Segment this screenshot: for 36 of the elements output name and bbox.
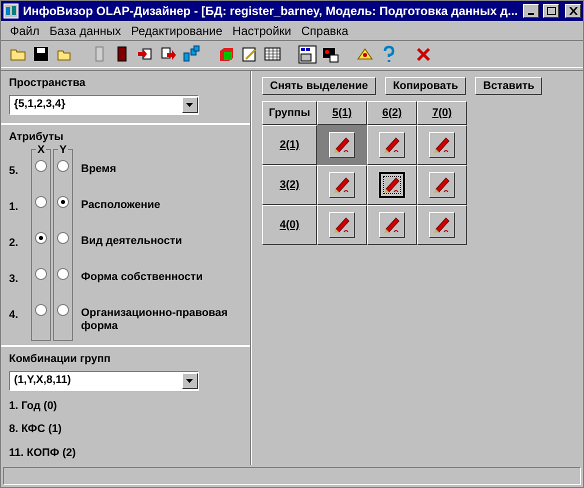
axis-header: X xyxy=(36,145,46,156)
window-title: ИнфоВизор OLAP-Дизайнер - [БД: register_barney, Модель: Подготовка данных д... xyxy=(23,3,519,20)
attribute-name: Вид деятельности xyxy=(81,234,184,249)
combinations-dropdown[interactable]: (1,Y,X,8,11) xyxy=(9,370,199,390)
attribute-name: Форма собственности xyxy=(81,270,204,285)
menu-item[interactable]: База данных xyxy=(44,22,126,40)
menu-item[interactable]: Редактирование xyxy=(126,22,228,40)
row-header[interactable]: 4(0) xyxy=(262,205,317,245)
column-header[interactable]: 7(0) xyxy=(417,101,467,125)
attribute-number: 5. xyxy=(9,164,20,179)
attribute-name: Организационно-правовая форма xyxy=(81,306,229,334)
menu-item[interactable]: Настройки xyxy=(227,22,296,40)
attribute-name: Время xyxy=(81,162,118,177)
column-header[interactable]: 5(1) xyxy=(317,101,367,125)
attribute-name: Расположение xyxy=(81,198,162,213)
column-header[interactable]: 6(2) xyxy=(367,101,417,125)
section-label: Атрибуты xyxy=(9,130,64,144)
group-item: 11. КОПФ (2) xyxy=(9,446,77,460)
attribute-number: 2. xyxy=(9,236,20,251)
menu-item[interactable]: Файл xyxy=(5,22,45,40)
attribute-number: 3. xyxy=(9,272,20,287)
menu-item[interactable]: Справка xyxy=(296,22,354,40)
toolbar-button[interactable]: Копировать xyxy=(384,77,466,95)
attribute-number: 1. xyxy=(9,200,20,215)
spaces-dropdown[interactable]: {5,1,2,3,4} xyxy=(9,94,199,114)
toolbar-button[interactable]: Вставить xyxy=(475,77,542,95)
attribute-number: 4. xyxy=(9,308,20,323)
row-header[interactable]: 3(2) xyxy=(262,165,317,205)
section-label: Комбинации групп xyxy=(9,352,112,367)
section-label: Пространства xyxy=(9,76,86,91)
group-item: 8. КФС (1) xyxy=(9,422,63,437)
grid-header: Группы xyxy=(262,101,317,125)
axis-header: Y xyxy=(58,145,68,156)
row-header[interactable]: 2(1) xyxy=(262,125,317,165)
toolbar-button[interactable]: Снять выделение xyxy=(262,77,376,95)
group-item: 1. Год (0) xyxy=(9,398,58,414)
